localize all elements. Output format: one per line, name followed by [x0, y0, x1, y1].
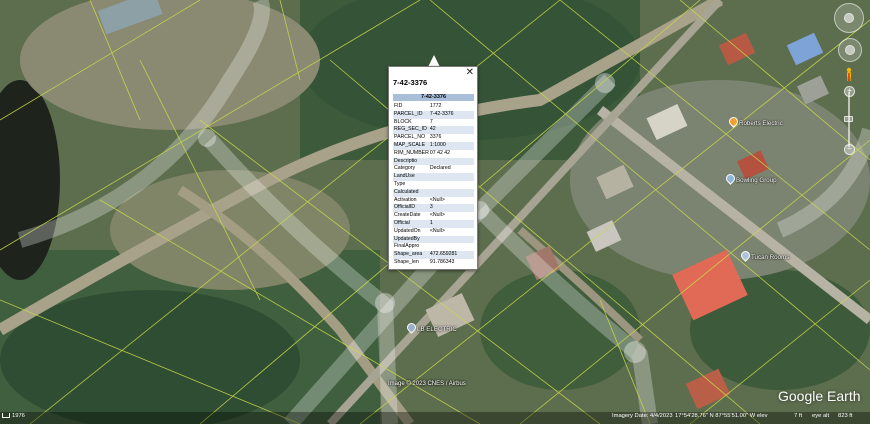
pegman-icon[interactable]	[845, 67, 853, 81]
coordinates-readout: 17°54'28.76" N 87°55'51.00" W elev	[675, 413, 768, 419]
attribute-value: 1772	[429, 103, 442, 109]
attribute-value: 3376	[429, 134, 442, 141]
attribute-key: Shape_len	[394, 258, 419, 265]
road-node	[198, 129, 216, 147]
attribute-value: <Null>	[429, 196, 445, 203]
attribute-row: OfficialID 3	[393, 204, 474, 213]
elevation-value: 7 ft	[794, 413, 803, 419]
attribute-value	[428, 173, 474, 181]
attribute-value: 91.786343	[429, 258, 455, 265]
attribute-value: 07 42 42	[429, 149, 451, 156]
attribute-key: Descriptio	[393, 157, 429, 166]
eye-icon[interactable]	[844, 13, 854, 23]
attribute-key: MAP_SCALE	[393, 141, 429, 150]
place-label-bowling-group[interactable]: Bowling Group	[736, 177, 777, 184]
attribute-key: OfficialID	[393, 204, 429, 213]
attribute-value	[428, 157, 474, 166]
attribute-value: 1:1000	[428, 141, 474, 150]
parcel-info-popup: 7-42-3376 ✕ 7-42-3376 FID 1772 PARCEL_ID 7-…	[388, 66, 478, 270]
road-node	[375, 293, 395, 313]
attribute-key: BLOCK	[394, 118, 412, 125]
attribute-key: UpdatedOn	[394, 227, 421, 234]
close-icon[interactable]: ✕	[466, 68, 474, 78]
attribute-row: PARCEL_NO 3376	[393, 134, 474, 142]
imagery-date: Imagery Date: 4/4/2023	[612, 413, 673, 419]
attribute-value: 7	[429, 118, 433, 125]
imagery-copyright: Image © 2023 CNES / Airbus	[388, 381, 466, 387]
zoom-slider-handle[interactable]	[844, 116, 853, 122]
attribute-value: 3	[428, 204, 474, 213]
google-earth-logo: Google Earth	[778, 388, 861, 404]
attribute-row: LandUse	[393, 173, 474, 181]
scale-bar-icon	[2, 413, 10, 418]
attribute-value: 42	[428, 126, 474, 135]
attribute-key: PARCEL_ID	[393, 110, 429, 119]
attribute-value: 7-42-3376	[428, 110, 474, 119]
road-node	[595, 73, 615, 93]
attribute-value: <Null>	[429, 227, 445, 234]
attribute-value: Declared	[429, 165, 451, 172]
attribute-row: RIM_NUMBER 07 42 42	[393, 150, 474, 158]
road-node	[624, 341, 646, 363]
attribute-key: Category	[394, 165, 416, 172]
attribute-key: Calculated	[393, 188, 429, 197]
popup-title: 7-42-3376	[393, 78, 428, 87]
attribute-key: RIM_NUMBER	[394, 149, 429, 156]
attribute-key: PARCEL_NO	[394, 134, 426, 141]
attribute-key: Type	[394, 180, 406, 187]
attribute-row: FID 1772	[393, 103, 474, 111]
attribute-key: REG_SEC_ID	[393, 126, 429, 135]
scale-legend: 1976	[2, 413, 25, 419]
attribute-key: CreateDate	[394, 212, 421, 219]
attribute-key: FID	[394, 103, 403, 109]
attribute-row: PARCEL_ID 7-42-3376	[393, 110, 474, 119]
eye-alt-value: 823 ft	[838, 413, 853, 419]
hand-icon[interactable]	[845, 45, 855, 55]
attribute-row: FinalAppro	[393, 243, 474, 251]
popup-table-header: 7-42-3376	[393, 94, 474, 101]
place-label-roberts-electric[interactable]: Roberts Electric	[739, 120, 783, 127]
attribute-row: Category Declared	[393, 165, 474, 173]
attribute-key: LandUse	[393, 173, 429, 181]
attribute-row: Descriptio	[393, 157, 474, 166]
attribute-key: Activation	[394, 196, 417, 203]
attribute-value	[429, 181, 474, 189]
attribute-row: MAP_SCALE 1:1000	[393, 141, 474, 150]
attribute-row: REG_SEC_ID 42	[393, 126, 474, 135]
attribute-row: Activation <Null>	[393, 197, 474, 205]
attribute-value	[428, 235, 474, 244]
attribute-key: UpdatedBy	[393, 235, 429, 244]
attribute-row: CreateDate <Null>	[393, 212, 474, 220]
attribute-row: Calculated	[393, 188, 474, 197]
attribute-key: Shape_area	[393, 251, 429, 259]
attribute-value: 1	[428, 219, 474, 228]
attribute-value: 472.659281	[428, 251, 474, 259]
attribute-row: Official 1	[393, 219, 474, 228]
place-label-lb-electric[interactable]: LB ELECTRIC	[417, 326, 457, 333]
attribute-value	[428, 188, 474, 197]
attribute-key: Official	[393, 219, 429, 228]
attribute-row: Shape_area 472.659281	[393, 251, 474, 259]
attribute-value: <Null>	[429, 212, 445, 219]
attribute-row: UpdatedOn <Null>	[393, 228, 474, 236]
attribute-row: UpdatedBy	[393, 235, 474, 244]
attribute-value	[429, 243, 474, 251]
attribute-row: BLOCK 7	[393, 119, 474, 127]
attribute-key: FinalAppro	[394, 243, 420, 250]
attribute-row: Shape_len 91.786343	[393, 259, 474, 267]
attribute-table: FID 1772 PARCEL_ID 7-42-3376 BLOCK 7 REG_SEC_I…	[393, 103, 474, 267]
place-label-tucan-rooms[interactable]: Tucan Rooms	[751, 254, 789, 261]
zoom-out-button[interactable]: −	[844, 144, 855, 155]
eye-alt-label: eye alt	[812, 413, 830, 419]
scale-value: 1976	[12, 413, 25, 420]
attribute-row: Type	[393, 181, 474, 189]
